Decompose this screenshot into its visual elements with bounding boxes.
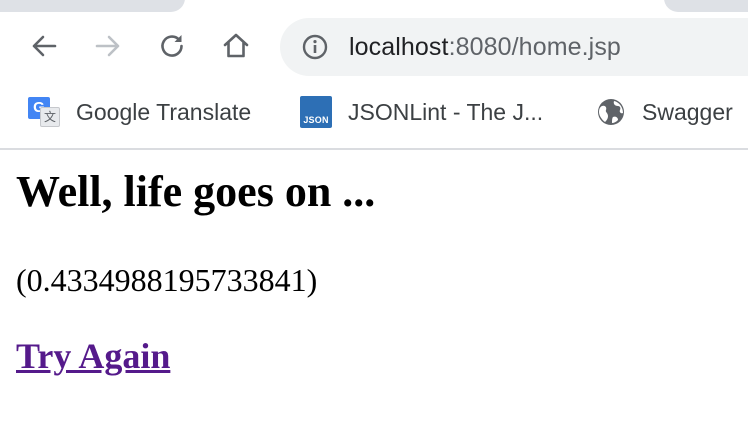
forward-arrow-icon — [95, 35, 120, 57]
url-path: :8080/home.jsp — [448, 33, 621, 61]
bookmark-label: Swagger — [642, 98, 733, 125]
reload-button[interactable] — [152, 26, 192, 66]
browser-toolbar: localhost:8080/home.jsp — [0, 14, 748, 84]
address-bar[interactable]: localhost:8080/home.jsp — [280, 18, 748, 76]
page-heading: Well, life goes on ... — [16, 167, 376, 216]
tab-strip — [0, 0, 748, 14]
site-info-icon[interactable] — [302, 34, 328, 60]
reload-icon — [161, 35, 183, 57]
page-content: Well, life goes on ... (0.43349881957338… — [0, 150, 748, 424]
random-value-text: (0.4334988195733841) — [16, 262, 318, 298]
home-button[interactable] — [216, 26, 256, 66]
jsonlint-icon: JSON — [300, 96, 332, 128]
jsonlint-icon-text: JSON — [303, 115, 329, 125]
back-button[interactable] — [24, 26, 64, 66]
bookmark-swagger[interactable]: Swagger — [596, 96, 733, 128]
url-text[interactable]: localhost:8080/home.jsp — [349, 30, 621, 64]
tab-left[interactable] — [0, 0, 185, 12]
browser-window: localhost:8080/home.jsp G 文 Google Trans… — [0, 0, 748, 424]
bookmark-label: JSONLint - The J... — [348, 98, 544, 125]
globe-icon — [598, 99, 624, 125]
bookmark-google-translate[interactable]: G 文 Google Translate — [28, 96, 251, 128]
home-icon — [223, 33, 249, 58]
url-host: localhost — [349, 33, 449, 61]
bookmark-jsonlint[interactable]: JSON JSONLint - The J... — [300, 96, 543, 128]
google-translate-icon-char: 文 — [40, 107, 60, 127]
google-translate-icon: G 文 — [28, 97, 60, 127]
forward-button[interactable] — [88, 26, 128, 66]
bookmark-label: Google Translate — [76, 98, 252, 125]
bookmarks-bar: G 文 Google Translate JSON JSONLint - The… — [0, 84, 748, 150]
back-arrow-icon — [32, 35, 57, 57]
tab-right[interactable] — [664, 0, 748, 12]
try-again-link[interactable]: Try Again — [16, 334, 170, 378]
